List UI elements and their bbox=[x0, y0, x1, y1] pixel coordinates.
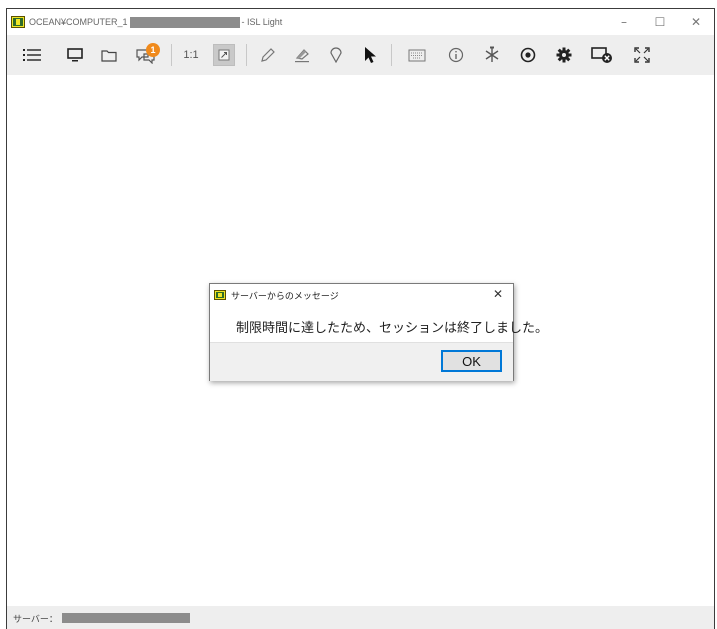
mouse-control-button[interactable] bbox=[353, 35, 387, 75]
toolbar-separator bbox=[246, 44, 247, 66]
dialog-title: サーバーからのメッセージ bbox=[231, 291, 339, 302]
pencil-icon bbox=[261, 48, 275, 62]
record-icon bbox=[520, 47, 536, 63]
pointer-marker-button[interactable] bbox=[319, 35, 353, 75]
menu-button[interactable] bbox=[7, 35, 57, 75]
monitor-icon bbox=[67, 48, 83, 62]
fit-window-icon bbox=[218, 49, 230, 61]
window-title-prefix: OCEAN¥COMPUTER_1 bbox=[29, 17, 128, 27]
close-window-button[interactable]: ✕ bbox=[678, 9, 714, 35]
chat-button[interactable]: 1 bbox=[125, 35, 167, 75]
isl-light-app-icon bbox=[214, 290, 226, 300]
keyboard-button[interactable] bbox=[396, 35, 438, 75]
isl-light-app-icon bbox=[11, 16, 25, 28]
original-size-button[interactable]: 1:1 bbox=[176, 35, 206, 75]
fullscreen-icon bbox=[634, 47, 650, 63]
session-toolbar: 1 1:1 bbox=[7, 35, 714, 75]
menu-list-icon bbox=[23, 49, 41, 61]
dialog-footer: OK bbox=[210, 342, 513, 381]
window-title-suffix: - ISL Light bbox=[241, 17, 283, 27]
draw-button[interactable] bbox=[251, 35, 285, 75]
fit-to-window-button[interactable] bbox=[206, 35, 242, 75]
dialog-title-bar: サーバーからのメッセージ ✕ bbox=[210, 284, 513, 306]
keyboard-icon bbox=[408, 49, 426, 61]
folder-icon bbox=[101, 49, 117, 62]
gear-icon bbox=[556, 47, 572, 63]
maximize-button[interactable]: ☐ bbox=[642, 9, 678, 35]
info-button[interactable] bbox=[438, 35, 474, 75]
info-icon bbox=[448, 47, 464, 63]
location-pin-icon bbox=[330, 47, 342, 63]
toolbar-separator bbox=[171, 44, 172, 66]
dialog-close-button[interactable]: ✕ bbox=[491, 287, 505, 301]
status-bar: サーバー： bbox=[7, 606, 714, 629]
chat-unread-badge: 1 bbox=[146, 43, 160, 57]
tools-button[interactable] bbox=[474, 35, 510, 75]
redacted-server-address bbox=[61, 613, 190, 623]
ok-button[interactable]: OK bbox=[441, 350, 502, 372]
settings-button[interactable] bbox=[546, 35, 582, 75]
minimize-button[interactable]: – bbox=[606, 9, 642, 35]
file-transfer-button[interactable] bbox=[93, 35, 125, 75]
disconnect-monitor-icon bbox=[591, 47, 612, 63]
eraser-icon bbox=[295, 49, 309, 63]
remote-desktop-button[interactable] bbox=[57, 35, 93, 75]
toolbar-separator bbox=[391, 44, 392, 66]
ratio-label: 1:1 bbox=[183, 49, 199, 61]
fullscreen-button[interactable] bbox=[622, 35, 662, 75]
server-message-dialog: サーバーからのメッセージ ✕ 制限時間に達したため、セッションは終了しました。 … bbox=[209, 283, 548, 381]
server-label: サーバー： bbox=[13, 613, 58, 624]
asterisk-tools-icon bbox=[485, 46, 499, 62]
window-controls: – ☐ ✕ bbox=[606, 9, 714, 35]
title-bar: OCEAN¥COMPUTER_1 - ISL Light – ☐ ✕ bbox=[7, 9, 714, 35]
record-session-button[interactable] bbox=[510, 35, 546, 75]
eraser-button[interactable] bbox=[285, 35, 319, 75]
cursor-arrow-icon bbox=[365, 47, 376, 63]
redacted-title-region bbox=[129, 16, 240, 28]
dialog-message: 制限時間に達したため、セッションは終了しました。 bbox=[236, 321, 549, 336]
disconnect-button[interactable] bbox=[582, 35, 622, 75]
